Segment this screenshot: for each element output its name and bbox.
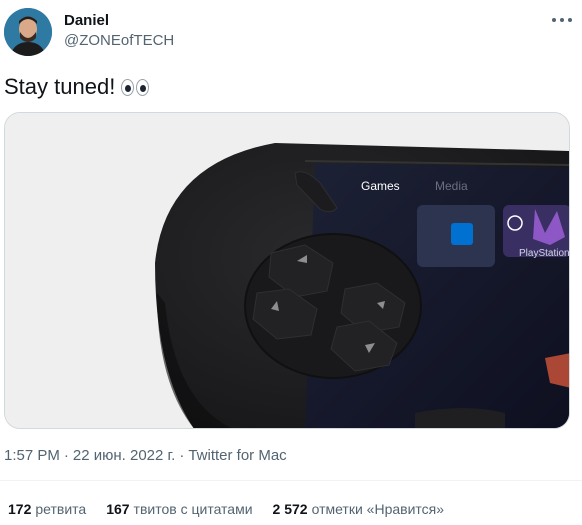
tweet: Daniel @ZONEofTECH Stay tuned! Games Med… xyxy=(0,0,582,525)
avatar[interactable] xyxy=(4,8,52,56)
tweet-text-row: Stay tuned! xyxy=(4,74,150,100)
eyes-emoji-icon xyxy=(121,78,150,96)
screen-tab-games: Games xyxy=(361,179,400,193)
tweet-media-image[interactable]: Games Media PlayStation xyxy=(4,112,570,429)
author-handle[interactable]: @ZONEofTECH xyxy=(64,32,174,49)
tweet-text: Stay tuned! xyxy=(4,74,116,99)
retweets-label: ретвита xyxy=(35,501,87,517)
tweet-meta: 1:57 PM · 22 июн. 2022 г. · Twitter for … xyxy=(4,447,287,464)
screen-tab-media: Media xyxy=(435,179,468,193)
tweet-date[interactable]: 22 июн. 2022 г. xyxy=(73,447,175,464)
tweet-stats: 172 ретвита 167 твитов с цитатами 2 572 отм… xyxy=(8,501,444,517)
quotes-count: 167 xyxy=(106,501,130,517)
tweet-source[interactable]: Twitter for Mac xyxy=(188,447,286,464)
retweets-stat[interactable]: 172 ретвита xyxy=(8,501,86,517)
separator: · xyxy=(179,447,185,464)
likes-stat[interactable]: 2 572 отметки «Нравится» xyxy=(273,501,444,517)
tweet-time[interactable]: 1:57 PM xyxy=(4,447,60,464)
screen-tile-label: PlayStation xyxy=(519,248,570,259)
likes-count: 2 572 xyxy=(272,501,308,517)
separator: · xyxy=(63,447,69,464)
divider xyxy=(0,480,582,481)
quotes-label: твитов с цитатами xyxy=(133,501,253,517)
more-icon[interactable] xyxy=(550,10,574,30)
retweets-count: 172 xyxy=(8,501,32,517)
quotes-stat[interactable]: 167 твитов с цитатами xyxy=(106,501,252,517)
author-name[interactable]: Daniel xyxy=(64,12,109,29)
likes-label: отметки «Нравится» xyxy=(311,501,445,517)
